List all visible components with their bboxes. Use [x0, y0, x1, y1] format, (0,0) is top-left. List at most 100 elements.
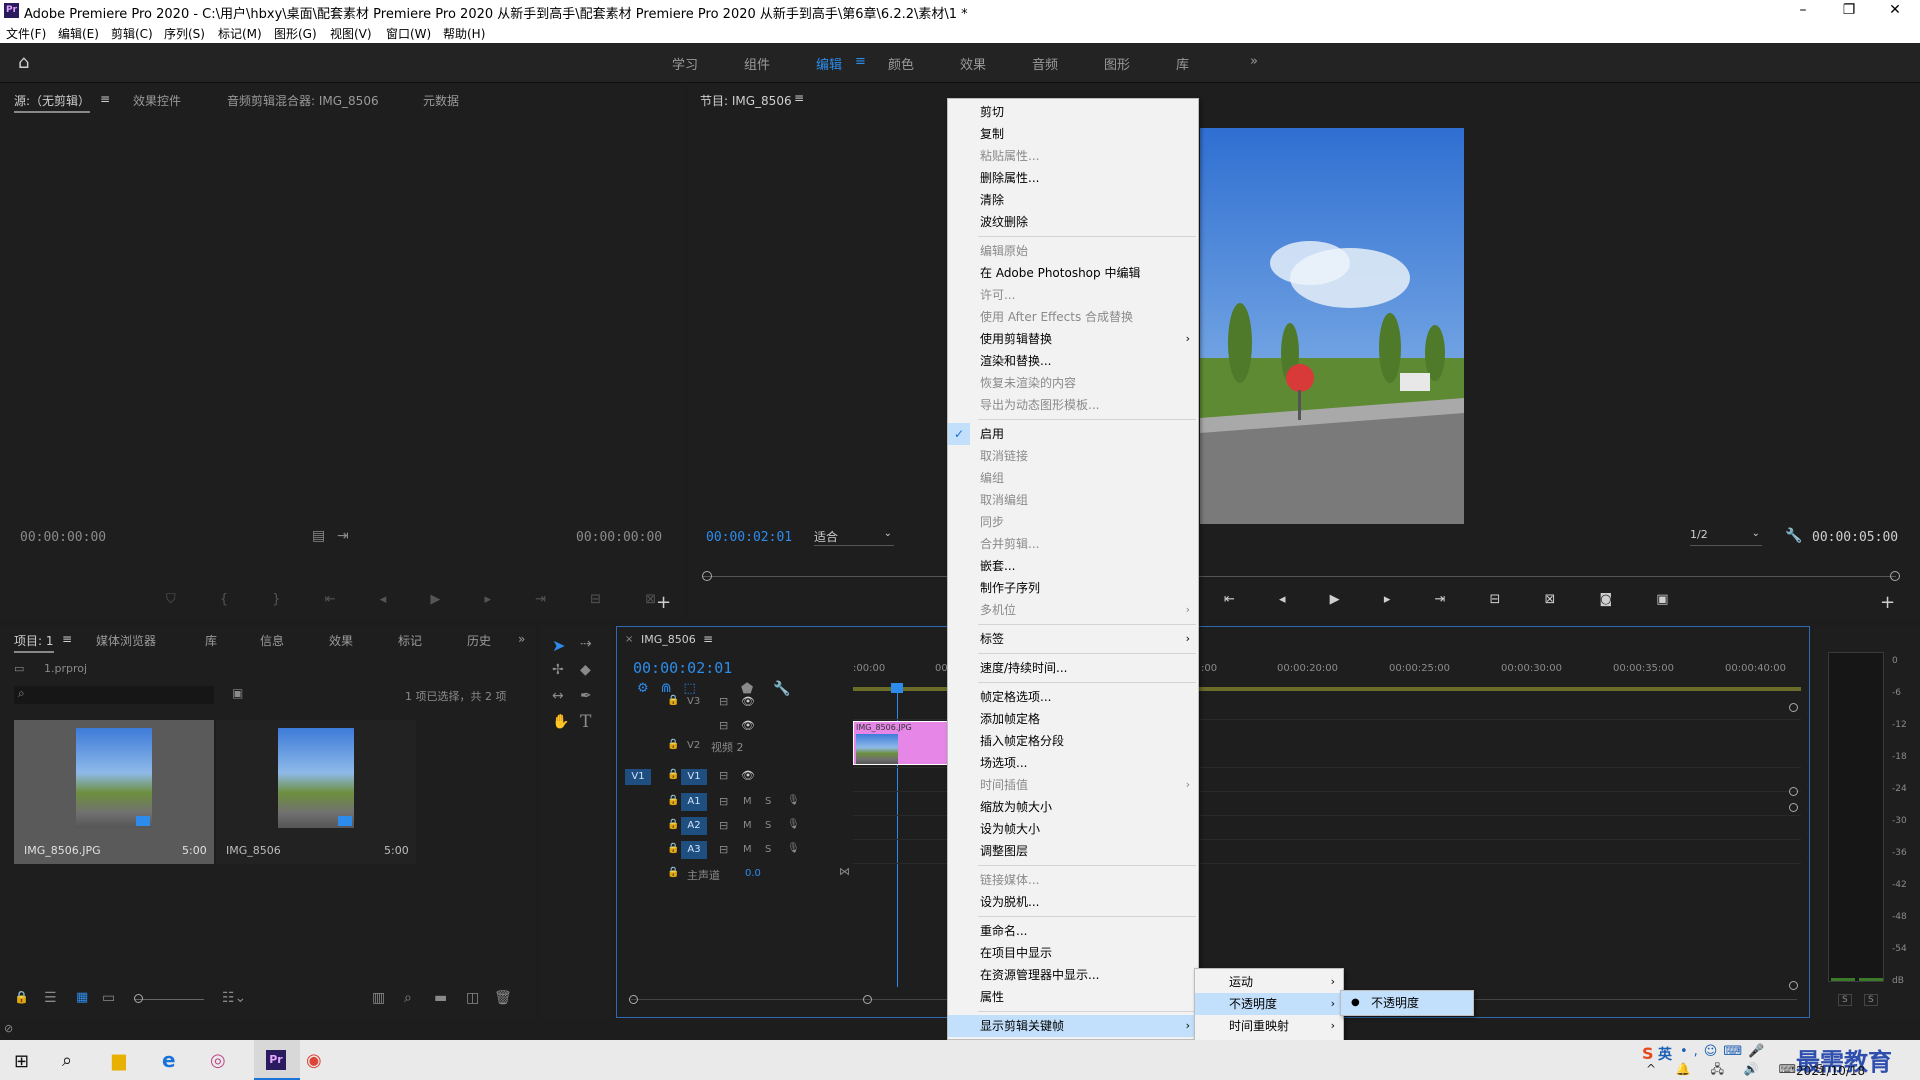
insert-icon[interactable]: ⇥	[337, 528, 349, 544]
project-search-input[interactable]: ⌕	[14, 686, 214, 704]
program-scrubber-track[interactable]	[702, 576, 1896, 577]
context-menu-item[interactable]: 添加帧定格	[948, 708, 1198, 730]
solo-right-button[interactable]: S	[1864, 994, 1878, 1006]
context-menu-item[interactable]: 链接媒体...	[948, 869, 1198, 891]
ripple-edit-tool-icon[interactable]: ✢	[552, 662, 564, 678]
freeform-view-icon[interactable]: ▭	[102, 990, 115, 1006]
tab-media-browser[interactable]: 媒体浏览器	[96, 632, 156, 649]
context-menu-item[interactable]: 制作子序列	[948, 577, 1198, 599]
tab-audio-mixer[interactable]: 音频剪辑混合器: IMG_8506	[227, 92, 379, 109]
lock-track-icon[interactable]: 🔒	[667, 695, 679, 706]
tab-effects[interactable]: 效果	[329, 632, 353, 649]
toggle-sync-icon[interactable]: ⊟	[719, 843, 728, 856]
context-menu-item[interactable]: 渲染和替换...	[948, 350, 1198, 372]
zoom-slider[interactable]	[134, 999, 204, 1000]
timeline-tab[interactable]: IMG_8506	[641, 633, 696, 646]
microphone-icon[interactable]: 🎙	[787, 843, 800, 854]
context-menu-item[interactable]: 多机位 ›	[948, 599, 1198, 621]
timeline-timecode[interactable]: 00:00:02:01	[633, 659, 732, 677]
source-transport-controls[interactable]: ⛉ { } ⇤ ◂ ▶ ▸ ⇥ ⊟ ⊠ ◙	[166, 592, 713, 607]
toggle-sync-icon[interactable]: ⊟	[719, 795, 728, 808]
chrome-icon[interactable]: ◉	[306, 1050, 322, 1071]
project-item[interactable]: IMG_8506.JPG 5:00	[14, 720, 214, 864]
v-scroll-handle[interactable]	[1789, 803, 1798, 812]
context-menu-item[interactable]: 编辑原始	[948, 240, 1198, 262]
toggle-sync-icon[interactable]: ⊟	[719, 695, 728, 708]
program-timecode-current[interactable]: 00:00:02:01	[706, 530, 792, 545]
tab-effect-controls[interactable]: 效果控件	[133, 92, 181, 109]
wrench-icon[interactable]: 🔧	[1785, 528, 1802, 544]
more-tabs-icon[interactable]: »	[518, 632, 525, 646]
context-menu-item[interactable]: 取消编组	[948, 489, 1198, 511]
trash-icon[interactable]: 🗑	[494, 990, 512, 1006]
razor-tool-icon[interactable]: ◆	[580, 662, 591, 678]
context-menu-item[interactable]: 设为帧大小	[948, 818, 1198, 840]
workspace-menu-icon[interactable]: ≡	[855, 54, 866, 69]
context-menu-item[interactable]: 合并剪辑...	[948, 533, 1198, 555]
menu-sequence[interactable]: 序列(S)	[164, 25, 205, 42]
timeline-clip[interactable]: IMG_8506.JPG	[853, 721, 951, 765]
context-menu-item[interactable]: 在 Adobe Photoshop 中编辑	[948, 262, 1198, 284]
menu-help[interactable]: 帮助(H)	[443, 25, 485, 42]
workspace-learn[interactable]: 学习	[672, 54, 698, 73]
solo-button[interactable]: S	[765, 796, 771, 807]
context-menu-item[interactable]: 插入帧定格分段	[948, 730, 1198, 752]
lock-track-icon[interactable]: 🔒	[667, 769, 679, 780]
track-target-a1[interactable]: A1	[681, 793, 707, 811]
program-transport-controls[interactable]: ⇤ ◂ ▶ ▸ ⇥ ⊟ ⊠ ◙ ▣	[1224, 592, 1669, 607]
mute-button[interactable]: M	[743, 844, 752, 855]
tab-project[interactable]: 项目: 1	[14, 632, 54, 653]
program-add-button-icon[interactable]: +	[1880, 592, 1895, 613]
menu-edit[interactable]: 编辑(E)	[58, 25, 99, 42]
context-menu-item[interactable]: 同步	[948, 511, 1198, 533]
lock-track-icon[interactable]: 🔒	[667, 819, 679, 830]
tab-source[interactable]: 源:（无剪辑）	[14, 92, 91, 113]
home-icon[interactable]: ⌂	[18, 52, 29, 73]
hand-tool-icon[interactable]: ✋	[552, 714, 569, 730]
timeline-toolbar-icons[interactable]: ⚙⋒⬚	[637, 681, 708, 696]
menu-file[interactable]: 文件(F)	[6, 25, 46, 42]
lock-track-icon[interactable]: 🔒	[667, 843, 679, 854]
context-menu-item[interactable]: 删除属性...	[948, 167, 1198, 189]
context-menu-item[interactable]: 使用剪辑替换 ›	[948, 328, 1198, 350]
minimize-button[interactable]: –	[1780, 0, 1826, 22]
eye-icon[interactable]: 👁	[741, 719, 755, 732]
resolution-dropdown[interactable]: 1/2 ⌄	[1690, 528, 1762, 546]
context-menu-item[interactable]: 重命名...	[948, 920, 1198, 942]
ime-toolbar-icons[interactable]: •,☺⌨🎤	[1680, 1044, 1770, 1059]
menu-marker[interactable]: 标记(M)	[218, 25, 262, 42]
project-item[interactable]: IMG_8506 5:00	[216, 720, 416, 864]
context-menu-item[interactable]: 显示剪辑关键帧 ›	[948, 1015, 1198, 1037]
context-menu-item[interactable]: 属性	[948, 986, 1198, 1008]
slip-tool-icon[interactable]: ↔	[552, 688, 564, 704]
lock-track-icon[interactable]: 🔒	[667, 867, 679, 878]
scrubber-end-handle[interactable]	[1890, 571, 1900, 581]
context-menu-item[interactable]: 复制	[948, 123, 1198, 145]
mute-button[interactable]: M	[743, 820, 752, 831]
track-target-v1[interactable]: V1	[681, 769, 707, 785]
context-menu-item[interactable]: 清除	[948, 189, 1198, 211]
zoom-slider-handle[interactable]	[134, 994, 143, 1003]
automate-to-sequence-icon[interactable]: ▥	[372, 990, 385, 1006]
pen-tool-icon[interactable]: ✒	[580, 688, 592, 704]
solo-left-button[interactable]: S	[1838, 994, 1852, 1006]
new-item-icon[interactable]: ◫	[466, 990, 479, 1006]
context-menu-item[interactable]: 在项目中显示	[948, 942, 1198, 964]
premiere-taskbar-button[interactable]: Pr	[254, 1040, 300, 1080]
lock-track-icon[interactable]: 🔒	[667, 739, 679, 750]
context-menu-item[interactable]: 导出为动态图形模板...	[948, 394, 1198, 416]
track-target-a3[interactable]: A3	[681, 841, 707, 859]
v-scroll-handle[interactable]	[1789, 787, 1798, 796]
context-menu-item[interactable]: 编组	[948, 467, 1198, 489]
tab-markers[interactable]: 标记	[398, 632, 422, 649]
context-menu-item[interactable]: 场选项...	[948, 752, 1198, 774]
toggle-sync-icon[interactable]: ⊟	[719, 719, 728, 732]
edge-icon[interactable]: e	[162, 1048, 176, 1072]
eye-icon[interactable]: 👁	[741, 769, 755, 782]
workspace-effects[interactable]: 效果	[960, 54, 986, 73]
icon-view-icon[interactable]: ▦	[76, 990, 88, 1005]
h-scroll-start-handle[interactable]	[629, 995, 638, 1004]
timeline-menu-icon[interactable]: ≡	[703, 632, 713, 646]
lock-icon[interactable]: 🔒	[14, 990, 29, 1004]
context-menu-item[interactable]: 时间插值 ›	[948, 774, 1198, 796]
